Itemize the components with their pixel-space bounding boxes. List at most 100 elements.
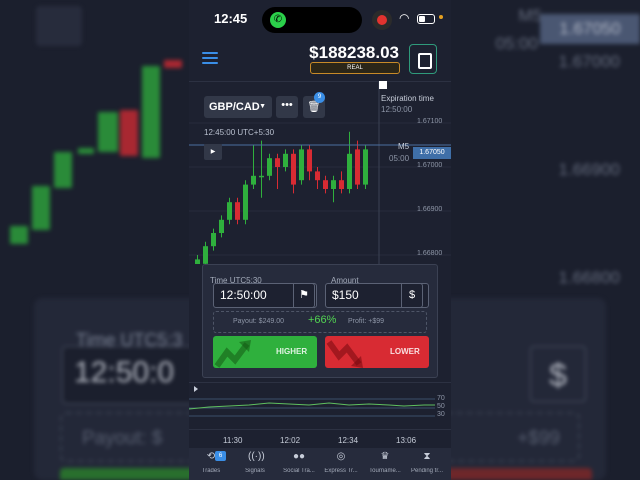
background-candle [98, 112, 118, 152]
lower-label: LOWER [390, 347, 420, 356]
background-candle [54, 152, 72, 188]
play-button[interactable]: ▶ [204, 144, 222, 160]
price-tick: 1.66800 [417, 250, 443, 257]
indicator-plot [189, 386, 435, 417]
price-tick: 1.67100 [417, 118, 443, 125]
status-bar: 12:45 ✆ ◠ [189, 0, 451, 38]
arrow-down-icon [326, 340, 363, 368]
flag-icon [379, 81, 387, 89]
time-axis-tick: 11:30 [223, 436, 243, 445]
indicator-level: 70 [437, 395, 445, 402]
trophy-icon: ♛ [380, 451, 390, 462]
dynamic-island: ✆ [262, 7, 362, 33]
background-timer: 05:00 [495, 34, 538, 53]
bottom-navigation: ⟲ 6 Trades ((·)) Signals ●● Social Tra..… [189, 448, 451, 480]
candle-body [339, 180, 344, 189]
wifi-icon: ◠ [399, 11, 410, 25]
background-price-tag: 1.67050 [540, 14, 640, 44]
payout-text: Payout: $249.00 [233, 318, 284, 325]
current-price-tag: 1.67050 [413, 147, 451, 159]
candle-body [299, 149, 304, 181]
lower-button[interactable]: LOWER [325, 336, 429, 368]
time-axis-tick: 12:02 [280, 436, 301, 445]
time-value: 12:50:00 [220, 288, 267, 302]
nav-item-tournaments[interactable]: ♛ Tourname... [367, 448, 403, 480]
rsi-indicator: 70 50 30 [189, 382, 451, 430]
nav-item-signals[interactable]: ((·)) Signals [237, 448, 273, 480]
background-candle [32, 186, 50, 230]
nav-item-pending-trades[interactable]: ⧗ Pending tr... [409, 448, 445, 480]
phone-call-icon: ✆ [270, 12, 286, 28]
chevron-down-icon: ▼ [259, 103, 266, 110]
cashier-button[interactable] [409, 44, 437, 74]
nav-item-social-trading[interactable]: ●● Social Tra... [281, 448, 317, 480]
collapse-icon [194, 386, 198, 392]
arrow-up-icon [214, 340, 251, 368]
background-profit-text: +$99 [517, 428, 560, 449]
background-price-tick: 1.66800 [558, 268, 620, 287]
nav-label: Tourname... [369, 468, 401, 474]
more-options-button[interactable]: ••• [276, 96, 298, 118]
candle-body [251, 175, 256, 185]
candle-body [323, 180, 328, 189]
price-tick: 1.66900 [417, 206, 443, 213]
candle-body [347, 153, 352, 189]
higher-label: HIGHER [276, 347, 308, 356]
currency-button[interactable]: $ [401, 283, 423, 308]
nav-item-express-trades[interactable]: ◎ Express Tr... [323, 448, 359, 480]
background-candle [142, 66, 160, 158]
background-candle [164, 60, 182, 68]
account-type-badge[interactable]: REAL [310, 62, 400, 74]
chart-current-time: 12:45:00 UTC+5:30 [204, 128, 275, 137]
candle-body [315, 171, 320, 181]
top-bar: $188238.03 REAL [189, 38, 451, 82]
account-balance: $188238.03 [309, 43, 399, 62]
price-tick: 1.67000 [417, 162, 443, 169]
record-icon [372, 10, 392, 30]
trash-count-badge: 9 [314, 92, 325, 103]
candle-body [291, 153, 296, 185]
users-icon: ●● [292, 451, 306, 462]
background-candle [120, 110, 138, 156]
candle-body [355, 149, 360, 185]
candle-body [259, 175, 264, 178]
signal-icon: ((·)) [248, 451, 265, 462]
profit-text: Profit: +$99 [348, 318, 384, 325]
candle-body [227, 202, 232, 220]
target-icon: ◎ [336, 451, 346, 462]
background-play-button [36, 6, 82, 46]
background-dollar-button: $ [530, 346, 586, 402]
nav-label: Express Tr... [324, 468, 358, 474]
nav-item-trades[interactable]: ⟲ 6 Trades [193, 448, 229, 480]
timeframe-label[interactable]: M5 [398, 142, 409, 151]
background-candle [10, 226, 28, 244]
privacy-indicator-icon [439, 15, 443, 19]
payout-info: Payout: $249.00 +66% Profit: +$99 [213, 311, 427, 333]
candle-body [243, 184, 248, 220]
background-time-value: 12:50:0 [74, 356, 175, 389]
background-timeframe: M5 [518, 6, 542, 25]
trades-count-badge: 6 [215, 451, 226, 461]
currency-pair-selector[interactable]: GBP/CAD ▼ [204, 96, 272, 118]
amount-value: $150 [332, 288, 359, 302]
candle-body [275, 158, 280, 167]
candle-body [307, 149, 312, 172]
battery-icon [417, 14, 435, 24]
currency-pair-label: GBP/CAD [209, 101, 260, 113]
candle-body [267, 158, 272, 176]
higher-button[interactable]: HIGHER [213, 336, 317, 368]
candle-body [235, 202, 240, 220]
indicator-level: 30 [437, 411, 445, 418]
payout-percent: +66% [308, 314, 337, 326]
menu-icon[interactable] [202, 52, 218, 65]
nav-label: Social Tra... [283, 468, 315, 474]
candle-body [211, 233, 216, 247]
status-time: 12:45 [214, 11, 248, 26]
candle-body [195, 259, 200, 264]
flag-button[interactable]: ⚑ [293, 283, 315, 308]
candle-timer: 05:00 [389, 154, 410, 163]
time-axis-tick: 13:06 [396, 436, 417, 445]
background-payout-text: Payout: $ [82, 428, 163, 449]
nav-label: Signals [245, 468, 265, 474]
nav-label: Trades [201, 468, 221, 474]
